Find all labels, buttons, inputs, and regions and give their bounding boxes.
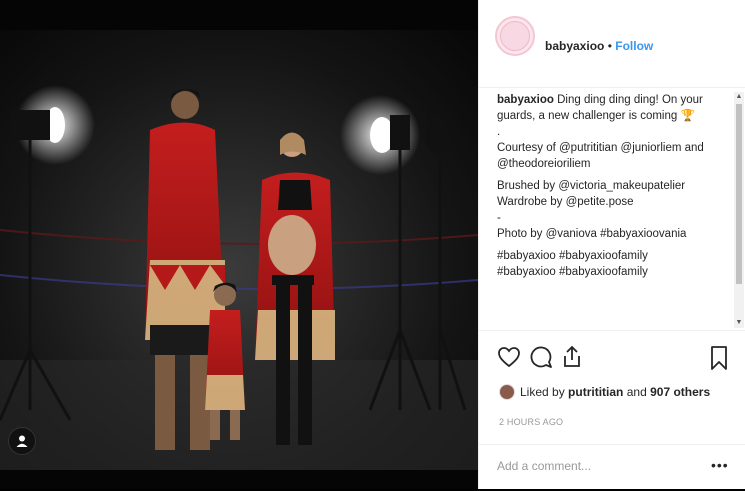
header-username[interactable]: babyaxioo [545, 39, 604, 53]
photo-illustration [0, 85, 478, 470]
caption-line: Ding ding ding ding! On your [557, 94, 703, 106]
liker-username[interactable]: putrititian [568, 385, 623, 399]
likes-and: and [626, 385, 647, 399]
liker-avatar[interactable] [499, 384, 515, 400]
comment-button[interactable] [529, 345, 555, 371]
caption-line: . [497, 126, 501, 138]
scroll-thumb[interactable] [736, 104, 742, 284]
caption-line: #babyaxioo #babyaxioofamily [497, 266, 648, 278]
caption: babyaxioo Ding ding ding ding! On your g… [497, 92, 719, 325]
scroll-up-icon[interactable]: ▲ [734, 92, 744, 102]
caption-line: Wardrobe by @petite.pose [497, 196, 634, 208]
save-button[interactable] [707, 345, 733, 371]
caption-username[interactable]: babyaxioo [497, 94, 554, 106]
person-icon [16, 435, 28, 447]
scroll-down-icon[interactable]: ▼ [734, 318, 744, 328]
photo-scene [0, 30, 478, 470]
profile-avatar[interactable] [495, 16, 535, 56]
header-text: babyaxioo • Follow [545, 39, 653, 53]
likes-summary[interactable]: Liked by putrititian and 907 others [499, 384, 710, 400]
post-header: babyaxioo • Follow [479, 0, 745, 88]
more-options-icon[interactable]: ••• [711, 457, 729, 473]
caption-line: Brushed by @victoria_makeupatelier [497, 180, 686, 192]
bookmark-icon [711, 346, 727, 370]
avatar-image [500, 21, 530, 51]
caption-line: - [497, 212, 501, 224]
caption-line: #babyaxioo #babyaxioofamily [497, 250, 648, 262]
heart-icon [498, 347, 520, 368]
like-button[interactable] [497, 345, 523, 371]
post-actions: Liked by putrititian and 907 others 2 HO… [479, 330, 745, 490]
caption-line: Courtesy of @putrititian @juniorliem and [497, 142, 704, 154]
caption-line: guards, a new challenger is coming 🏆 [497, 110, 695, 122]
likes-prefix: Liked by [520, 385, 565, 399]
user-tag-icon[interactable] [8, 427, 36, 455]
comment-box[interactable]: Add a comment... ••• [479, 444, 745, 491]
comment-icon [530, 346, 552, 368]
post-timestamp[interactable]: 2 HOURS AGO [499, 417, 563, 427]
post-panel: babyaxioo • Follow babyaxioo Ding ding d… [478, 0, 745, 489]
caption-line: @theodoreioriliem [497, 158, 591, 170]
follow-button[interactable]: Follow [615, 39, 653, 53]
post-photo[interactable] [0, 0, 478, 489]
likes-count[interactable]: 907 others [650, 385, 710, 399]
caption-line: Photo by @vaniova #babyaxioovania [497, 228, 687, 240]
comment-input[interactable]: Add a comment... [497, 459, 591, 473]
header-separator: • [607, 39, 612, 53]
share-button[interactable] [560, 345, 586, 371]
share-icon [564, 345, 580, 367]
caption-scrollbar[interactable]: ▲ ▼ [734, 92, 744, 328]
